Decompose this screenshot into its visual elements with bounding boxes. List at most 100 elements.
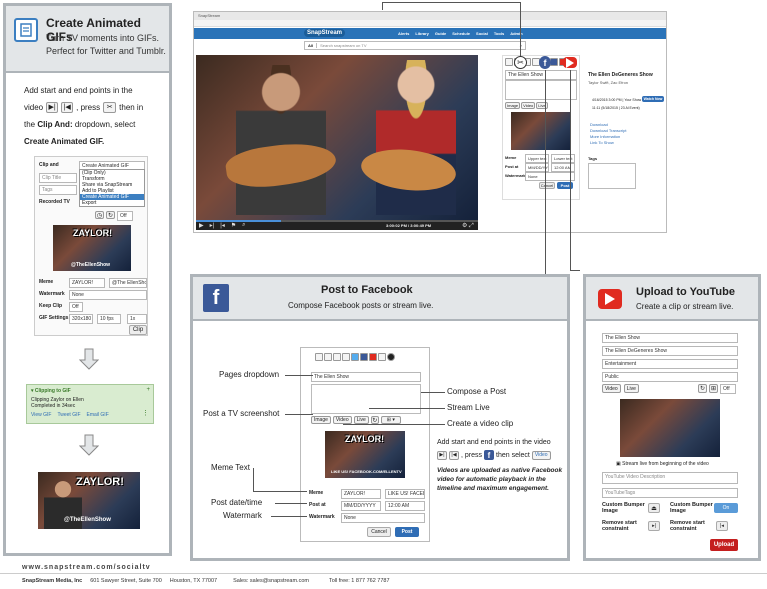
meme-input-2[interactable]: @The EllenShow — [109, 278, 147, 288]
app-header: SnapStream Alerts Library Guide Schedule… — [194, 28, 666, 39]
nav-item[interactable]: Tools — [494, 31, 504, 36]
watermark-select[interactable]: None — [525, 172, 575, 181]
upload-button[interactable]: Upload — [710, 539, 738, 551]
facebook-icon[interactable] — [360, 353, 368, 361]
yt-account-select[interactable]: The Ellen Show — [602, 333, 738, 343]
nav-item[interactable]: Schedule — [452, 31, 470, 36]
tags-input[interactable]: Tags — [39, 185, 77, 195]
refresh-icon[interactable]: ↻ — [106, 211, 115, 219]
clip-title-input[interactable]: Clip Title — [39, 173, 77, 183]
footer-city: Houston, TX 77007 — [169, 578, 218, 584]
mark-in-icon[interactable]: ▸| — [210, 222, 215, 229]
scissors-icon[interactable] — [333, 353, 341, 361]
clip-button[interactable]: Clip — [129, 325, 147, 335]
search-input[interactable]: Search snapstream on TV — [317, 43, 520, 48]
fb-meme-bottom: LIKE US! FACEBOOK.COM/ELLENTV — [331, 469, 402, 474]
cancel-button[interactable]: Cancel — [539, 182, 555, 189]
gif-off-toggle[interactable]: Off — [117, 211, 133, 221]
keep-clip-toggle[interactable]: Off — [69, 302, 83, 312]
mark-out-icon[interactable]: |◂ — [220, 222, 225, 229]
toast-menu-icon[interactable]: ⋮ — [142, 410, 149, 417]
video-player[interactable] — [196, 55, 478, 220]
watermark-select[interactable]: None — [341, 513, 425, 523]
search-scope[interactable]: All — [305, 43, 318, 48]
dropdown-option[interactable]: Export — [80, 200, 144, 206]
gif-fps-select[interactable]: 10 fps — [97, 314, 121, 324]
yt-category-select[interactable]: Entertainment — [602, 359, 738, 369]
mark-in-icon[interactable]: ▸| — [648, 521, 660, 531]
meme-input-2[interactable]: LIKE US! FACEB — [385, 489, 425, 499]
nav-item[interactable]: Social — [476, 31, 488, 36]
crop-icon[interactable]: ⊞ — [709, 384, 718, 393]
yt-video-button[interactable]: Video — [602, 384, 621, 393]
search-icon[interactable]: ⌕ — [242, 222, 245, 229]
callout-line — [369, 408, 445, 409]
compose-textarea[interactable] — [505, 80, 577, 100]
callout-line — [253, 491, 307, 492]
keep-clip-label: Keep Clip — [39, 303, 63, 309]
link-to-show-link[interactable]: Link To Show — [590, 140, 626, 146]
gif-size-select[interactable]: 320x180 — [69, 314, 93, 324]
page-select[interactable]: The Ellen Show — [505, 70, 577, 80]
nav-item[interactable]: Library — [415, 31, 429, 36]
watermark-select[interactable]: None — [69, 290, 147, 300]
doc-icon[interactable] — [342, 353, 350, 361]
video-button[interactable]: Video — [332, 416, 352, 424]
nav-item[interactable]: Guide — [435, 31, 446, 36]
compose-textarea[interactable] — [311, 384, 421, 414]
mark-out-icon[interactable]: |◂ — [716, 521, 728, 531]
footer-url[interactable]: www.snapstream.com/socialtv — [22, 564, 151, 571]
info-icon[interactable] — [315, 353, 323, 361]
tag-icon[interactable]: ⚑ — [231, 222, 236, 229]
app-logo[interactable]: SnapStream — [304, 29, 346, 37]
yt-tags-input[interactable]: YouTubeTags — [602, 488, 738, 498]
crop-icon[interactable]: ⊞ ▾ — [380, 416, 401, 424]
pages-select[interactable]: The Ellen Show — [311, 372, 421, 382]
help-icon[interactable] — [387, 353, 395, 361]
meme-input-1[interactable]: ZAYLOR! — [341, 489, 381, 499]
tags-box[interactable] — [588, 163, 636, 189]
refresh-icon[interactable]: ↻ — [370, 416, 379, 424]
image-button[interactable]: Image — [311, 416, 331, 424]
meme-lower[interactable]: Lower text — [551, 154, 575, 163]
post-time[interactable]: 12:00 AM — [551, 163, 575, 172]
gif-thumbnail: ZAYLOR! @TheEllenShow — [53, 225, 131, 271]
upload-icon[interactable]: ⏏ — [648, 503, 660, 513]
nav-item[interactable]: Alerts — [398, 31, 409, 36]
twitter-icon[interactable] — [351, 353, 359, 361]
bumper-on-toggle[interactable]: On — [714, 503, 738, 513]
timecode: 3:00:02 PM / 3:00:49 PM — [386, 223, 432, 228]
live-button[interactable]: Live — [353, 416, 369, 424]
video-button[interactable]: Video — [521, 102, 536, 109]
cancel-button[interactable]: Cancel — [367, 527, 391, 537]
yt-description-input[interactable]: YouTube Video Description — [602, 472, 738, 484]
youtube-icon[interactable] — [369, 353, 377, 361]
yt-live-button[interactable]: Live — [623, 384, 639, 393]
view-gif-link[interactable]: View GIF — [31, 412, 51, 418]
info-icon[interactable] — [505, 58, 513, 66]
post-button[interactable]: Post — [395, 527, 419, 537]
list-icon[interactable] — [324, 353, 332, 361]
yt-privacy-select[interactable]: Public — [602, 372, 738, 382]
gear-icon[interactable] — [378, 353, 386, 361]
facebook-panel-subtitle: Compose Facebook posts or stream live. — [288, 301, 434, 310]
email-gif-link[interactable]: Email GIF — [87, 412, 109, 418]
toast-plus-icon[interactable]: + — [146, 387, 150, 393]
tweet-gif-link[interactable]: Tweet GIF — [57, 412, 80, 418]
browser-tab[interactable]: SnapStream — [198, 13, 220, 18]
watch-now-button[interactable]: Watch Now — [642, 96, 664, 102]
post-time-input[interactable]: 12:00 AM — [385, 501, 425, 511]
clock-icon[interactable]: ◷ — [95, 211, 104, 219]
refresh-icon[interactable]: ↻ — [698, 384, 707, 393]
facebook-icon[interactable] — [550, 58, 558, 66]
yt-off-toggle[interactable]: Off — [720, 384, 736, 394]
callout-line — [285, 375, 313, 376]
image-button[interactable]: Image — [505, 102, 521, 109]
footer-sales[interactable]: Sales: sales@snapstream.com — [233, 578, 309, 584]
post-date-input[interactable]: MM/DD/YYYY — [341, 501, 381, 511]
watermark-label: Watermark — [309, 514, 335, 520]
play-icon[interactable]: ▶ — [199, 222, 204, 229]
gif-speed-select[interactable]: 1x — [127, 314, 147, 324]
meme-input-1[interactable]: ZAYLOR! — [69, 278, 105, 288]
yt-title-input[interactable]: The Ellen DeGeneres Show — [602, 346, 738, 356]
